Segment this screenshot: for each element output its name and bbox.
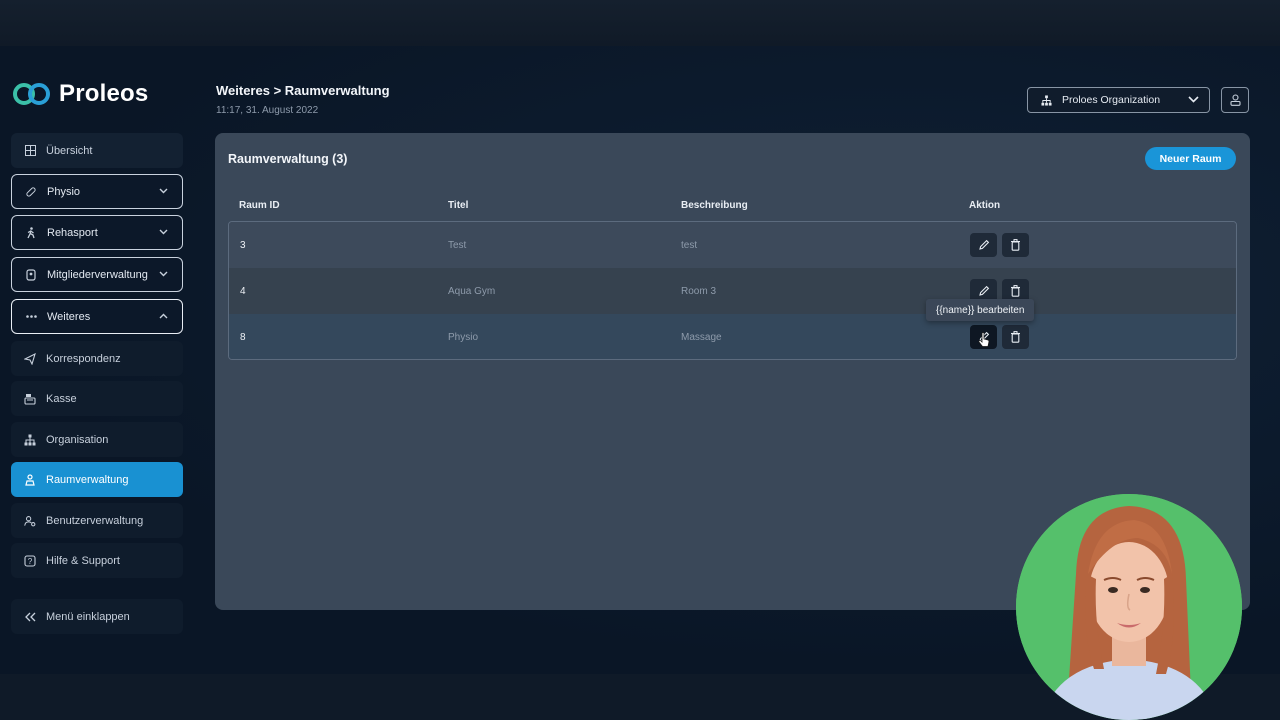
column-header-action: Aktion	[969, 200, 1001, 211]
sidebar-item-label: Rehasport	[47, 226, 98, 239]
sidebar-item-raumverwaltung[interactable]: Raumverwaltung	[11, 462, 183, 497]
sidebar-item-label: Weiteres	[47, 310, 91, 323]
app-logo[interactable]: Proleos	[13, 80, 148, 108]
sidebar-item-mitgliederverwaltung[interactable]: Mitgliederverwaltung	[11, 257, 183, 292]
sidebar-item-label: Benutzerverwaltung	[46, 514, 144, 527]
room-description-cell: test	[681, 240, 698, 251]
user-icon	[1229, 94, 1241, 106]
delete-button[interactable]	[1002, 233, 1029, 257]
rooms-table: 3 Test test 4 Aqua Gym Room 3 8 Physio M…	[228, 221, 1237, 360]
new-room-button[interactable]: Neuer Raum	[1145, 147, 1236, 170]
walking-icon	[25, 226, 37, 239]
chevron-down-icon	[159, 227, 168, 238]
collapse-menu-button[interactable]: Menü einklappen	[11, 599, 183, 634]
sidebar-item-kasse[interactable]: Kasse	[11, 381, 183, 416]
presenter-portrait	[1016, 494, 1242, 720]
chevron-up-icon	[159, 311, 168, 322]
edit-button[interactable]	[970, 233, 997, 257]
top-band	[0, 0, 1280, 46]
sitemap-icon	[1040, 94, 1053, 106]
user-profile-button[interactable]	[1221, 87, 1249, 113]
breadcrumb: Weiteres > Raumverwaltung	[216, 83, 390, 98]
room-icon	[24, 473, 36, 486]
table-row: 3 Test test	[229, 222, 1236, 268]
column-header-room-id: Raum ID	[239, 200, 280, 211]
paper-plane-icon	[24, 352, 36, 365]
room-title-cell: Physio	[448, 332, 479, 343]
delete-button[interactable]	[1002, 325, 1029, 349]
organization-select-value: Proloes Organization	[1062, 94, 1161, 106]
room-description-cell: Massage	[681, 332, 722, 343]
sitemap-icon	[24, 434, 36, 446]
help-icon: ?	[24, 554, 36, 567]
sidebar-item-hilfe-support[interactable]: ? Hilfe & Support	[11, 543, 183, 578]
sidebar-item-label: Physio	[47, 185, 81, 198]
cash-register-icon	[24, 393, 36, 405]
organization-select[interactable]: Proloes Organization	[1027, 87, 1210, 113]
double-chevron-left-icon	[24, 611, 36, 623]
table-row: 8 Physio Massage	[229, 314, 1236, 359]
room-id-cell: 3	[240, 240, 246, 251]
panel-title: Raumverwaltung (3)	[228, 152, 348, 166]
ellipsis-icon	[25, 311, 37, 323]
pencil-icon	[978, 239, 990, 251]
column-header-title: Titel	[448, 200, 469, 211]
sidebar-item-label: Organisation	[46, 433, 109, 446]
svg-text:?: ?	[28, 557, 33, 566]
webcam-presenter-video	[1016, 494, 1242, 720]
table-row: 4 Aqua Gym Room 3	[229, 268, 1236, 314]
collapse-menu-label: Menü einklappen	[46, 610, 130, 623]
sidebar-item-physio[interactable]: Physio	[11, 174, 183, 209]
trash-icon	[1010, 285, 1021, 297]
room-id-cell: 4	[240, 286, 246, 297]
chevron-down-icon	[1188, 95, 1199, 106]
sidebar-item-uebersicht[interactable]: Übersicht	[11, 133, 183, 168]
trash-icon	[1010, 331, 1021, 343]
sidebar-item-label: Mitgliederverwaltung	[47, 268, 148, 281]
sidebar-item-weiteres[interactable]: Weiteres	[11, 299, 183, 334]
hand-cursor-icon	[978, 332, 990, 353]
timestamp: 11:17, 31. August 2022	[216, 105, 319, 116]
app-name: Proleos	[59, 80, 149, 107]
sidebar-item-label: Raumverwaltung	[46, 473, 129, 486]
trash-icon	[1010, 239, 1021, 251]
room-id-cell: 8	[240, 332, 246, 343]
grid-icon	[24, 145, 36, 157]
room-description-cell: Room 3	[681, 286, 717, 297]
sidebar-item-rehasport[interactable]: Rehasport	[11, 215, 183, 250]
sidebar-item-korrespondenz[interactable]: Korrespondenz	[11, 341, 183, 376]
bandage-icon	[25, 186, 37, 198]
sidebar-item-label: Übersicht	[46, 144, 93, 157]
sidebar-item-organisation[interactable]: Organisation	[11, 422, 183, 457]
edit-tooltip: {{name}} bearbeiten	[926, 299, 1035, 321]
chevron-down-icon	[159, 186, 168, 197]
card-icon	[25, 268, 37, 281]
sidebar-item-label: Hilfe & Support	[46, 554, 120, 567]
sidebar-item-benutzerverwaltung[interactable]: Benutzerverwaltung	[11, 503, 183, 538]
chevron-down-icon	[159, 269, 168, 280]
logo-rings-icon	[13, 80, 53, 108]
sidebar-item-label: Korrespondenz	[46, 352, 121, 365]
pencil-icon	[978, 285, 990, 297]
room-title-cell: Aqua Gym	[448, 286, 496, 297]
sidebar-item-label: Kasse	[46, 392, 77, 405]
room-title-cell: Test	[448, 240, 467, 251]
column-header-description: Beschreibung	[681, 200, 748, 211]
user-gear-icon	[24, 515, 36, 527]
